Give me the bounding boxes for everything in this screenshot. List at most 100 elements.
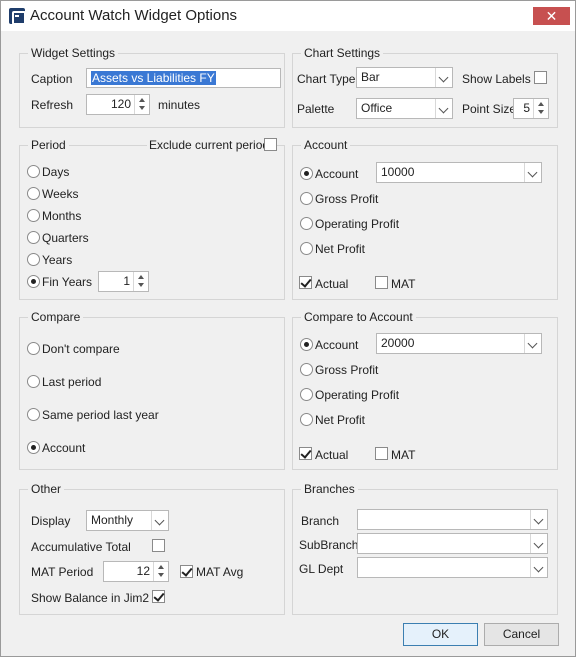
account-actual-label: Actual	[315, 277, 349, 291]
refresh-value: 120	[110, 97, 131, 111]
account-select[interactable]: 10000	[376, 162, 542, 183]
caption-input[interactable]: Assets vs Liabilities FY	[86, 68, 281, 88]
ok-button[interactable]: OK	[403, 623, 478, 646]
show-balance-label: Show Balance in Jim2	[31, 591, 150, 605]
compare-account-mat-checkbox[interactable]	[375, 447, 388, 460]
spin-down-icon[interactable]	[534, 108, 548, 117]
account-radio-gross-profit[interactable]	[300, 192, 313, 205]
compare-account-radio-net-profit[interactable]	[300, 413, 313, 426]
compare-account-radio-operating-profit[interactable]	[300, 388, 313, 401]
subbranch-label: SubBranch	[299, 538, 359, 552]
compare-to-account-legend: Compare to Account	[301, 310, 416, 324]
chevron-down-icon[interactable]	[151, 511, 168, 530]
accumulative-total-label: Accumulative Total	[31, 540, 131, 554]
show-balance-checkbox[interactable]	[152, 590, 165, 603]
chevron-down-icon[interactable]	[435, 99, 452, 118]
mat-period-label: MAT Period	[31, 565, 94, 579]
spin-down-icon[interactable]	[134, 281, 148, 290]
account-value: 10000	[381, 165, 415, 179]
chevron-down-icon[interactable]	[530, 534, 547, 553]
chart-type-select[interactable]: Bar	[356, 67, 453, 88]
period-radio-months[interactable]	[27, 209, 40, 222]
spin-up-icon[interactable]	[134, 272, 148, 281]
compare-radio-account[interactable]	[27, 441, 40, 454]
account-radio-label: Account	[315, 167, 359, 181]
widget-settings-legend: Widget Settings	[28, 46, 119, 60]
period-label-days: Days	[42, 165, 70, 179]
mat-period-spinner[interactable]: 12	[103, 561, 169, 582]
spin-up-icon[interactable]	[154, 562, 168, 571]
period-legend: Period	[28, 138, 69, 152]
period-radio-years[interactable]	[27, 253, 40, 266]
gl-dept-label: GL Dept	[299, 562, 344, 576]
account-radio-operating-profit[interactable]	[300, 217, 313, 230]
compare-label-same-period-last-year: Same period last year	[42, 408, 159, 422]
compare-account-radio-label: Account	[315, 338, 359, 352]
spin-down-icon[interactable]	[135, 104, 149, 113]
account-actual-checkbox[interactable]	[299, 276, 312, 289]
display-value: Monthly	[91, 513, 134, 527]
chart-type-value: Bar	[361, 70, 380, 84]
compare-account-actual-label: Actual	[315, 448, 349, 462]
branch-label: Branch	[301, 514, 340, 528]
account-label-net-profit: Net Profit	[315, 242, 366, 256]
mat-period-value: 12	[136, 564, 150, 578]
compare-account-label-gross-profit: Gross Profit	[315, 363, 379, 377]
exclude-current-period-checkbox[interactable]	[264, 138, 277, 151]
chevron-down-icon[interactable]	[435, 68, 452, 87]
subbranch-select[interactable]	[357, 533, 548, 554]
accumulative-total-checkbox[interactable]	[152, 539, 165, 552]
branch-select[interactable]	[357, 509, 548, 530]
cancel-button[interactable]: Cancel	[484, 623, 559, 646]
period-label-quarters: Quarters	[42, 231, 89, 245]
account-mat-label: MAT	[391, 277, 416, 291]
spin-up-icon[interactable]	[135, 95, 149, 104]
account-radio-account[interactable]	[300, 167, 313, 180]
spin-up-icon[interactable]	[534, 99, 548, 108]
mat-avg-checkbox[interactable]	[180, 565, 193, 578]
period-label-months: Months	[42, 209, 82, 223]
chevron-down-icon[interactable]	[530, 558, 547, 577]
compare-account-actual-checkbox[interactable]	[299, 447, 312, 460]
app-icon	[9, 8, 26, 25]
compare-account-radio-account[interactable]	[300, 338, 313, 351]
palette-label: Palette	[297, 102, 335, 116]
period-radio-weeks[interactable]	[27, 187, 40, 200]
chevron-down-icon[interactable]	[524, 163, 541, 182]
chevron-down-icon[interactable]	[530, 510, 547, 529]
period-radio-quarters[interactable]	[27, 231, 40, 244]
period-radio-fin-years[interactable]	[27, 275, 40, 288]
compare-account-select[interactable]: 20000	[376, 333, 542, 354]
period-label-weeks: Weeks	[42, 187, 79, 201]
account-legend: Account	[301, 138, 351, 152]
palette-select[interactable]: Office	[356, 98, 453, 119]
refresh-spinner[interactable]: 120	[86, 94, 150, 115]
compare-account-label-operating-profit: Operating Profit	[315, 388, 400, 402]
account-mat-checkbox[interactable]	[375, 276, 388, 289]
spin-down-icon[interactable]	[154, 571, 168, 580]
account-label-gross-profit: Gross Profit	[315, 192, 379, 206]
point-size-label: Point Size	[462, 102, 517, 116]
fin-years-value: 1	[123, 274, 130, 288]
compare-radio-last-period[interactable]	[27, 375, 40, 388]
compare-account-value: 20000	[381, 336, 415, 350]
gl-dept-select[interactable]	[357, 557, 548, 578]
period-radio-days[interactable]	[27, 165, 40, 178]
period-label-years: Years	[42, 253, 73, 267]
compare-radio-same-period-last-year[interactable]	[27, 408, 40, 421]
compare-account-radio-gross-profit[interactable]	[300, 363, 313, 376]
point-size-spinner[interactable]: 5	[513, 98, 549, 119]
account-radio-net-profit[interactable]	[300, 242, 313, 255]
show-labels-checkbox[interactable]	[534, 71, 547, 84]
window-title: Account Watch Widget Options	[30, 7, 238, 24]
close-button[interactable]: ✕	[533, 7, 570, 25]
display-label: Display	[31, 514, 71, 528]
mat-avg-label: MAT Avg	[196, 565, 244, 579]
compare-radio-dont-compare[interactable]	[27, 342, 40, 355]
fin-years-spinner[interactable]: 1	[98, 271, 149, 292]
caption-value: Assets vs Liabilities FY	[91, 71, 216, 85]
title-bar: Account Watch Widget Options ✕	[1, 1, 575, 31]
chevron-down-icon[interactable]	[524, 334, 541, 353]
widget-settings-group: Widget Settings	[19, 46, 285, 128]
display-select[interactable]: Monthly	[86, 510, 169, 531]
